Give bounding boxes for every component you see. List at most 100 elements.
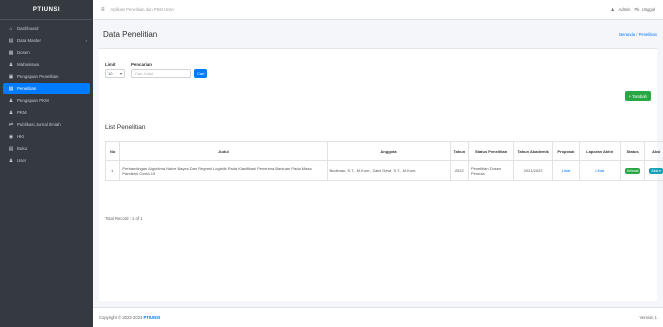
sidebar-item-pengajuan-penelitian[interactable]: ▣ Pengajuan Penelitian (3, 71, 90, 82)
sidebar: PTIUNSI ⌂ Dashboard ▤ Data Master ‹ ▦ Dosen ♟ Ma… (0, 0, 93, 327)
chevron-down-icon: ▾ (119, 71, 122, 76)
add-button[interactable]: + Tambah (624, 91, 651, 101)
sidebar-item-hki[interactable]: ◉ HKI (3, 131, 90, 142)
proposal-link[interactable]: Lihat (562, 168, 571, 173)
col-anggota: Anggota (326, 141, 451, 161)
search-row: Cari Judul Cari (131, 69, 208, 78)
sidebar-item-user[interactable]: ♟ User (3, 155, 90, 166)
page-title: Data Penelitian (103, 29, 158, 39)
user-icon: ♟ (8, 97, 14, 104)
sidebar-item-label: Dashboard (17, 26, 39, 31)
sidebar-item-label: Pengajuan Penelitian (17, 74, 59, 79)
sidebar-item-label: Pengajuan PKM (17, 98, 49, 103)
main-content: Data Penelitian Beranda / Penelitian Lim… (93, 20, 663, 307)
cell-proposal: Lihat (552, 160, 580, 181)
sidebar-item-label: User (17, 158, 27, 163)
filter-bar: Limit 10 ▾ Pencarian Cari Judul Cari (105, 52, 651, 78)
sidebar-item-label: Publikasi Jurnal Ilmiah (17, 122, 61, 127)
sidebar-item-publikasi-jurnal-ilmiah[interactable]: ⇄ Publikasi Jurnal Ilmiah (3, 119, 90, 130)
sidebar-item-label: Buku (17, 146, 28, 151)
breadcrumb: Beranda / Penelitian (619, 32, 657, 37)
pkm-icon: ♟ (8, 109, 14, 116)
group-icon: ▦ (8, 49, 14, 56)
user-menu[interactable]: ♟ Admin Pk. Unggul (611, 7, 655, 12)
cell-laporan: Lihat (578, 160, 621, 181)
sidebar-item-label: Penelitian (17, 86, 37, 91)
user-icon: ♟ (610, 7, 615, 12)
cell-tahun-akademik: 2021/2022 (513, 160, 554, 181)
topbar: ≡ Aplikasi Penelitian dan PKM Unsri ♟ Ad… (93, 0, 663, 20)
sidebar-item-penelitian[interactable]: ▤ Penelitian (3, 83, 90, 94)
cell-judul: Perbandingan Algoritma Naive Bayes Dan R… (119, 160, 328, 181)
search-group: Pencarian Cari Judul Cari (131, 62, 208, 78)
sidebar-item-dosen[interactable]: ▦ Dosen (3, 47, 90, 58)
sidebar-item-label: Dosen (17, 50, 30, 55)
research-icon: ▤ (8, 85, 14, 92)
sidebar-item-label: Data Master (17, 38, 41, 43)
limit-label: Limit (105, 62, 116, 67)
search-button[interactable]: Cari (194, 69, 208, 78)
research-table: No Judul Anggota Tahun Status Penelitian… (104, 141, 663, 181)
table-row: 1. Perbandingan Algoritma Naive Bayes Da… (104, 160, 663, 181)
total-record: Total Record : 1 of 1 (105, 216, 143, 221)
user-icon: ♟ (8, 157, 14, 164)
sidebar-item-data-master[interactable]: ▤ Data Master ‹ (3, 35, 90, 46)
sidebar-item-label: PKM (17, 110, 27, 115)
col-tahun-akademik: Tahun Akademik (513, 141, 554, 161)
breadcrumb-home[interactable]: Beranda (619, 32, 635, 37)
col-status-penelitian: Status Penelitian (468, 141, 515, 161)
sidebar-item-pengajuan-pkm[interactable]: ♟ Pengajuan PKM (3, 95, 90, 106)
limit-group: Limit 10 ▾ (105, 62, 125, 78)
col-proposal: Proposal (552, 141, 580, 161)
cell-anggota: Budiman, S.T., M.Kom., Zaini Dewi, S.T.,… (326, 160, 451, 181)
book-icon: ▤ (8, 145, 14, 152)
limit-value: 10 (108, 71, 113, 76)
sidebar-item-dashboard[interactable]: ⌂ Dashboard (3, 23, 90, 34)
limit-select[interactable]: 10 ▾ (105, 69, 125, 78)
chevron-left-icon: ‹ (85, 38, 87, 43)
breadcrumb-separator: / (636, 31, 638, 37)
cell-aksi: Aksi ▾ (644, 160, 663, 181)
user-name: Pk. Unggul (634, 7, 655, 12)
content-card: Limit 10 ▾ Pencarian Cari Judul Cari + T… (99, 48, 663, 301)
menu-toggle-icon[interactable]: ≡ (101, 7, 105, 13)
student-icon: ♟ (8, 61, 14, 68)
col-no: No (104, 141, 121, 161)
app-title: Aplikasi Penelitian dan PKM Unsri (110, 7, 174, 12)
laporan-link[interactable]: Lihat (595, 168, 604, 173)
sidebar-item-buku[interactable]: ▤ Buku (3, 143, 90, 154)
book-icon: ▣ (8, 73, 14, 80)
status-badge: Selesai (624, 168, 641, 174)
database-icon: ▤ (8, 37, 14, 44)
search-input[interactable]: Cari Judul (131, 69, 191, 78)
user-role: Admin (618, 7, 631, 12)
breadcrumb-current: Penelitian (638, 31, 657, 37)
version-text: Version 1 (639, 315, 657, 320)
sidebar-item-label: HKI (17, 134, 25, 139)
cell-status-penelitian: Penelitian Dosen Pemula (468, 160, 515, 181)
col-judul: Judul (119, 141, 328, 161)
list-title: List Penelitian (105, 124, 146, 131)
cell-tahun: 2022 (449, 160, 470, 181)
cell-no: 1. (104, 160, 121, 181)
brand-logo[interactable]: PTIUNSI (0, 0, 93, 20)
footer-brand: PTIUNSI (143, 315, 161, 320)
dashboard-icon: ⌂ (9, 25, 13, 32)
search-label: Pencarian (131, 62, 152, 67)
sidebar-nav: ⌂ Dashboard ▤ Data Master ‹ ▦ Dosen ♟ Mahasiswa ▣… (0, 20, 93, 166)
page-header: Data Penelitian Beranda / Penelitian (99, 20, 657, 48)
col-aksi: Aksi (644, 141, 663, 161)
sidebar-item-mahasiswa[interactable]: ♟ Mahasiswa (3, 59, 90, 70)
col-status: Status (619, 141, 646, 161)
hki-icon: ◉ (8, 133, 14, 140)
sidebar-item-label: Mahasiswa (17, 62, 39, 67)
action-dropdown-button[interactable]: Aksi ▾ (649, 168, 663, 174)
cell-status: Selesai (619, 160, 646, 181)
table-header-row: No Judul Anggota Tahun Status Penelitian… (104, 141, 663, 161)
publication-icon: ⇄ (8, 121, 14, 128)
copyright-text: Copyright © 2022-2023 (99, 315, 143, 320)
col-tahun: Tahun (449, 141, 470, 161)
footer: Copyright © 2022-2023 PTIUNSI Version 1 (93, 307, 663, 327)
col-laporan-akhir: Laporan Akhir (578, 141, 621, 161)
sidebar-item-pkm[interactable]: ♟ PKM (3, 107, 90, 118)
